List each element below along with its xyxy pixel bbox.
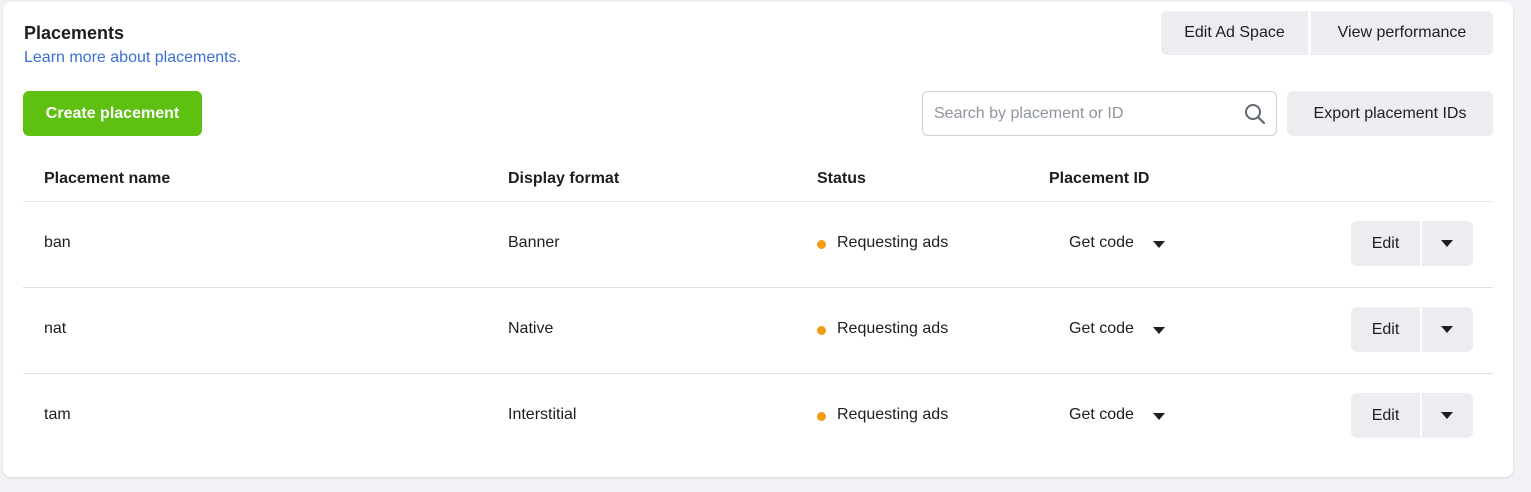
caret-down-icon[interactable]	[1153, 413, 1165, 420]
table-row: nat Native Requesting ads Get code Edit	[23, 288, 1493, 374]
caret-down-icon[interactable]	[1153, 327, 1165, 334]
status-text: Requesting ads	[837, 320, 949, 337]
get-code-dropdown[interactable]: Get code	[1069, 406, 1134, 424]
column-header-placement-id: Placement ID	[1049, 170, 1150, 187]
view-performance-button[interactable]: View performance	[1311, 11, 1493, 55]
edit-button[interactable]: Edit	[1351, 307, 1420, 352]
column-header-placement-name: Placement name	[44, 170, 171, 187]
table-row: tam Interstitial Requesting ads Get code…	[23, 374, 1493, 459]
column-header-status: Status	[817, 170, 866, 187]
search-box	[922, 91, 1277, 136]
more-options-button[interactable]	[1422, 393, 1473, 438]
placements-card: Placements Learn more about placements. …	[3, 2, 1513, 477]
get-code-dropdown[interactable]: Get code	[1069, 320, 1134, 338]
caret-down-icon	[1441, 240, 1453, 247]
placement-name: tam	[44, 406, 71, 423]
placement-name: nat	[44, 320, 67, 337]
page-title: Placements	[24, 23, 125, 43]
export-placement-ids-button[interactable]: Export placement IDs	[1287, 91, 1493, 136]
caret-down-icon	[1441, 412, 1453, 419]
display-format: Banner	[508, 234, 560, 251]
search-icon[interactable]	[1244, 103, 1266, 125]
status-text: Requesting ads	[837, 234, 949, 251]
more-options-button[interactable]	[1422, 221, 1473, 266]
search-input[interactable]	[934, 92, 1229, 135]
edit-button[interactable]: Edit	[1351, 393, 1420, 438]
table-header: Placement name Display format Status Pla…	[23, 154, 1493, 202]
table-row: ban Banner Requesting ads Get code Edit	[23, 202, 1493, 288]
learn-more-link[interactable]: Learn more about placements.	[24, 49, 241, 67]
get-code-dropdown[interactable]: Get code	[1069, 234, 1134, 252]
status-dot-icon	[817, 412, 826, 421]
more-options-button[interactable]	[1422, 307, 1473, 352]
create-placement-button[interactable]: Create placement	[23, 91, 202, 136]
placement-name: ban	[44, 234, 71, 251]
display-format: Native	[508, 320, 554, 337]
display-format: Interstitial	[508, 406, 577, 423]
caret-down-icon[interactable]	[1153, 241, 1165, 248]
status-text: Requesting ads	[837, 406, 949, 423]
status-dot-icon	[817, 326, 826, 335]
status-dot-icon	[817, 240, 826, 249]
edit-ad-space-button[interactable]: Edit Ad Space	[1161, 11, 1308, 55]
column-header-display-format: Display format	[508, 170, 620, 187]
edit-button[interactable]: Edit	[1351, 221, 1420, 266]
caret-down-icon	[1441, 326, 1453, 333]
